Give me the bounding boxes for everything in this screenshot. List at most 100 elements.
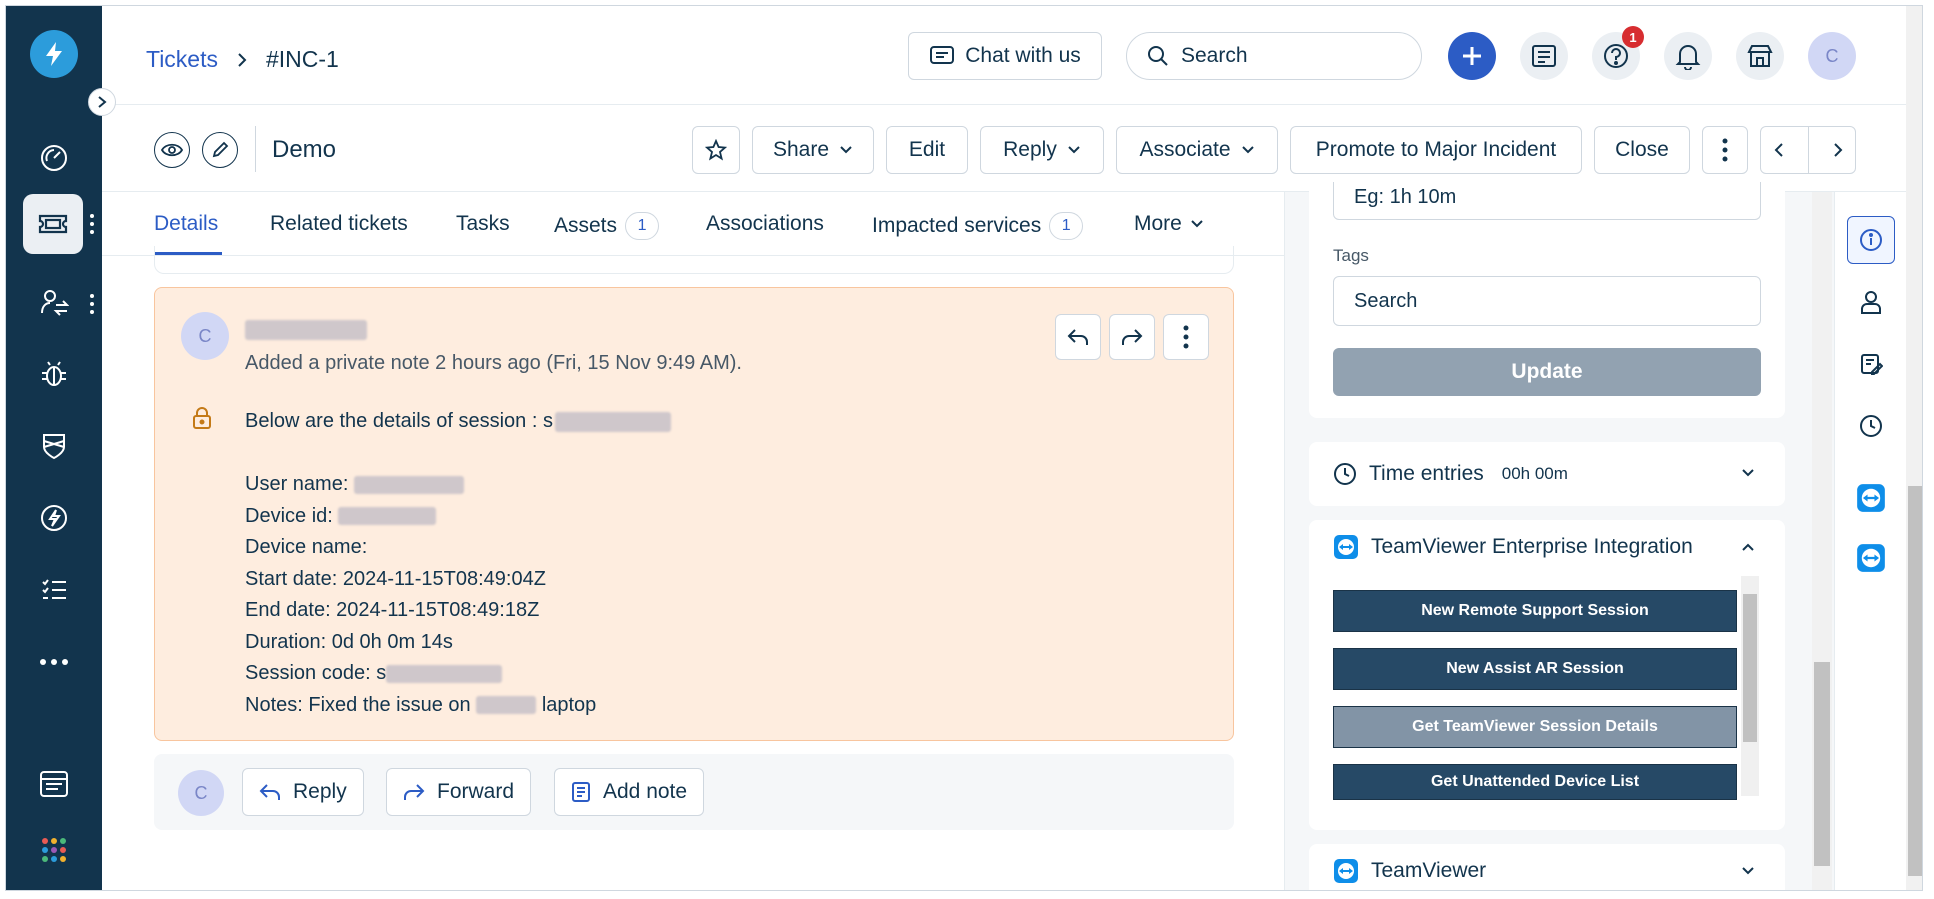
chat-label: Chat with us bbox=[965, 44, 1081, 67]
requester-person-icon[interactable] bbox=[1847, 278, 1895, 326]
new-remote-support-session-button[interactable]: New Remote Support Session bbox=[1333, 590, 1737, 632]
tasks-list-icon[interactable] bbox=[30, 566, 78, 614]
add-note-label: Add note bbox=[603, 780, 688, 803]
tags-input[interactable]: Search bbox=[1333, 276, 1761, 326]
more-actions-button[interactable] bbox=[1702, 126, 1748, 174]
reply-label: Reply bbox=[1003, 138, 1057, 161]
get-session-details-button[interactable]: Get TeamViewer Session Details bbox=[1333, 706, 1737, 748]
time-placeholder: Eg: 1h 10m bbox=[1354, 186, 1457, 208]
changes-icon[interactable] bbox=[30, 278, 78, 326]
tickets-more-icon[interactable] bbox=[89, 214, 95, 234]
store-button[interactable] bbox=[1736, 32, 1784, 80]
teamviewer-title: TeamViewer bbox=[1371, 859, 1487, 882]
automation-bolt-icon[interactable] bbox=[30, 494, 78, 542]
redacted-device bbox=[476, 696, 537, 715]
timeline-clock-icon[interactable] bbox=[1847, 402, 1895, 450]
catalog-icon bbox=[1532, 45, 1556, 67]
new-assist-ar-session-button[interactable]: New Assist AR Session bbox=[1333, 648, 1737, 690]
favorite-star-button[interactable] bbox=[692, 126, 740, 174]
tab-related-tickets[interactable]: Related tickets bbox=[270, 212, 408, 236]
search-icon bbox=[1148, 46, 1168, 66]
chevron-right-icon[interactable] bbox=[1832, 142, 1844, 158]
reply-button[interactable]: Reply bbox=[242, 768, 364, 816]
note-more-button[interactable] bbox=[1163, 314, 1209, 360]
update-button[interactable]: Update bbox=[1333, 348, 1761, 396]
teamviewer-integration-header[interactable]: TeamViewer Enterprise Integration bbox=[1333, 534, 1693, 560]
tab-details[interactable]: Details bbox=[154, 212, 218, 236]
tab-impacted-services[interactable]: Impacted services 1 bbox=[872, 212, 1084, 240]
reply-dropdown-button[interactable]: Reply bbox=[980, 126, 1104, 174]
tab-associations[interactable]: Associations bbox=[706, 212, 824, 236]
chevron-down-icon[interactable] bbox=[1741, 866, 1755, 876]
catalog-button[interactable] bbox=[1520, 32, 1568, 80]
more-dots-icon[interactable] bbox=[30, 638, 78, 686]
teamviewer-enterprise-app-icon[interactable] bbox=[1847, 534, 1895, 582]
tab-label: Impacted services bbox=[872, 214, 1042, 237]
chevron-down-icon[interactable] bbox=[1741, 468, 1755, 478]
edit-button[interactable]: Edit bbox=[886, 126, 968, 174]
admin-panel-icon[interactable] bbox=[30, 760, 78, 808]
tab-label: Associations bbox=[706, 212, 824, 235]
scroll-thumb[interactable] bbox=[1814, 662, 1830, 866]
associate-button[interactable]: Associate bbox=[1116, 126, 1278, 174]
note-start-line: Start date: 2024-11-15T08:49:04Z bbox=[245, 567, 546, 590]
dashboard-icon[interactable] bbox=[30, 134, 78, 182]
tags-label: Tags bbox=[1333, 246, 1369, 265]
edit-pencil-button[interactable] bbox=[202, 132, 238, 168]
app-logo-icon[interactable] bbox=[30, 30, 78, 78]
breadcrumb-tickets-link[interactable]: Tickets bbox=[146, 46, 218, 73]
note-icon bbox=[572, 782, 590, 802]
chevron-down-icon bbox=[1241, 146, 1254, 154]
window-scrollbar[interactable] bbox=[1906, 6, 1922, 890]
forward-note-button[interactable] bbox=[1109, 314, 1155, 360]
scroll-thumb[interactable] bbox=[1743, 594, 1757, 742]
apps-grid-icon[interactable] bbox=[30, 826, 78, 874]
previous-conversation-card bbox=[154, 246, 1234, 274]
get-unattended-device-list-button[interactable]: Get Unattended Device List bbox=[1333, 764, 1737, 800]
time-spent-input[interactable]: Eg: 1h 10m bbox=[1333, 182, 1761, 220]
global-search-input[interactable]: Search bbox=[1126, 32, 1422, 80]
problems-bug-icon[interactable] bbox=[30, 350, 78, 398]
eye-icon bbox=[161, 143, 183, 157]
chevron-up-icon[interactable] bbox=[1741, 542, 1755, 552]
teamviewer-card[interactable]: TeamViewer bbox=[1309, 844, 1785, 890]
time-entries-header: Time entries 00h 00m bbox=[1333, 462, 1568, 486]
watch-eye-button[interactable] bbox=[154, 132, 190, 168]
add-note-button[interactable]: Add note bbox=[554, 768, 705, 816]
panel-scrollbar[interactable] bbox=[1812, 192, 1832, 890]
tab-assets[interactable]: Assets 1 bbox=[554, 212, 660, 240]
note-notes-suffix: laptop bbox=[541, 693, 597, 716]
notifications-button[interactable] bbox=[1664, 32, 1712, 80]
author-name-redacted bbox=[245, 320, 367, 340]
forward-arrow-icon bbox=[404, 784, 425, 800]
integration-scrollbar[interactable] bbox=[1741, 576, 1759, 796]
expand-nav-chevron-icon[interactable] bbox=[88, 88, 116, 116]
private-note-card: C Added a private note 2 hours ago (Fri,… bbox=[154, 287, 1234, 741]
tab-more[interactable]: More bbox=[1134, 212, 1204, 236]
tab-label: Details bbox=[154, 212, 219, 235]
chevron-left-icon[interactable] bbox=[1773, 142, 1785, 158]
info-icon[interactable] bbox=[1847, 216, 1895, 264]
tab-tasks[interactable]: Tasks bbox=[456, 212, 510, 236]
scroll-thumb[interactable] bbox=[1908, 486, 1922, 876]
note-duration-line: Duration: 0d 0h 0m 14s bbox=[245, 630, 453, 653]
new-item-plus-button[interactable] bbox=[1448, 32, 1496, 80]
forward-button[interactable]: Forward bbox=[386, 768, 532, 816]
reply-arrow-icon bbox=[1067, 329, 1088, 345]
chat-with-us-button[interactable]: Chat with us bbox=[908, 32, 1102, 80]
reply-note-button[interactable] bbox=[1055, 314, 1101, 360]
user-avatar[interactable]: C bbox=[1808, 32, 1856, 80]
share-button[interactable]: Share bbox=[752, 126, 874, 174]
ticket-title: Demo bbox=[272, 136, 337, 163]
notes-edit-icon[interactable] bbox=[1847, 340, 1895, 388]
releases-shield-icon[interactable] bbox=[30, 422, 78, 470]
teamviewer-app-icon[interactable] bbox=[1847, 474, 1895, 522]
tickets-icon[interactable] bbox=[23, 194, 83, 254]
changes-more-icon[interactable] bbox=[89, 294, 95, 314]
top-header: Tickets #INC-1 Chat with us Search 1 C bbox=[102, 6, 1922, 105]
promote-major-incident-button[interactable]: Promote to Major Incident bbox=[1290, 126, 1582, 174]
divider bbox=[255, 126, 256, 172]
time-entries-card[interactable]: Time entries 00h 00m bbox=[1309, 442, 1785, 506]
close-ticket-button[interactable]: Close bbox=[1594, 126, 1690, 174]
help-button[interactable]: 1 bbox=[1592, 26, 1644, 80]
